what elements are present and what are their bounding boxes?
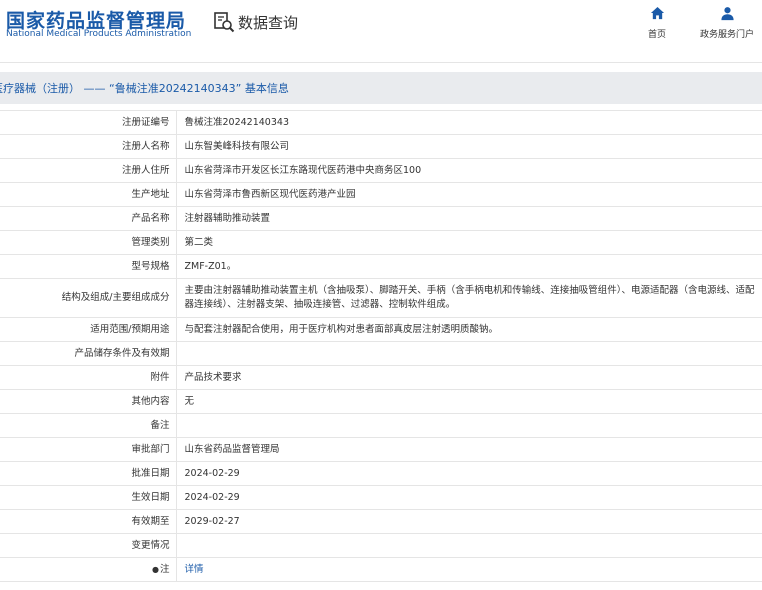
table-row: 备注 <box>0 413 762 438</box>
nav-portal[interactable]: 政务服务门户 <box>700 6 754 40</box>
row-value: 主要由注射器辅助推动装置主机（含抽吸泵）、脚踏开关、手柄（含手柄电机和传输线、连… <box>176 278 762 318</box>
row-value: 山东省菏泽市鲁西新区现代医药港产业园 <box>176 182 762 207</box>
table-row: ●注 详情 <box>0 557 762 582</box>
table-row: 审批部门 山东省药品监督管理局 <box>0 437 762 462</box>
row-value <box>176 413 762 438</box>
row-value: 2024-02-29 <box>176 461 762 486</box>
table-row: 变更情况 <box>0 533 762 558</box>
nav-portal-label: 政务服务门户 <box>700 30 755 40</box>
row-value: 2024-02-29 <box>176 485 762 510</box>
row-value: 注射器辅助推动装置 <box>176 206 762 231</box>
data-query-link[interactable]: 数据查询 <box>213 10 298 34</box>
table-row: 产品名称 注射器辅助推动装置 <box>0 206 762 231</box>
row-label: 审批部门 <box>0 437 177 462</box>
site-header: 国家药品监督管理局 National Medical Products Admi… <box>0 0 762 62</box>
row-label: 注册证编号 <box>0 110 177 135</box>
pin-icon: ● <box>152 564 159 574</box>
table-row: 适用范围/预期用途 与配套注射器配合使用，用于医疗机构对患者面部真皮层注射透明质… <box>0 317 762 342</box>
row-value: 详情 <box>176 557 762 582</box>
row-value: 第二类 <box>176 230 762 255</box>
row-value: ZMF-Z01。 <box>176 254 762 279</box>
table-row: 生产地址 山东省菏泽市鲁西新区现代医药港产业园 <box>0 182 762 207</box>
row-label-note: ●注 <box>0 557 177 582</box>
page-title: 医疗器械（注册） —— “鲁械注准20242140343” 基本信息 <box>0 82 289 95</box>
row-value <box>176 533 762 558</box>
table-row: 注册证编号 鲁械注准20242140343 <box>0 110 762 135</box>
row-value: 产品技术要求 <box>176 365 762 390</box>
nav-home[interactable]: 首页 <box>648 6 666 40</box>
info-table: 注册证编号 鲁械注准20242140343 注册人名称 山东智美峰科技有限公司 … <box>0 110 762 582</box>
note-label: 注 <box>159 563 170 575</box>
table-row: 产品储存条件及有效期 <box>0 341 762 366</box>
table-row: 注册人名称 山东智美峰科技有限公司 <box>0 134 762 159</box>
table-row: 生效日期 2024-02-29 <box>0 485 762 510</box>
table-row: 注册人住所 山东省菏泽市开发区长江东路现代医药港中央商务区100 <box>0 158 762 183</box>
table-row: 管理类别 第二类 <box>0 230 762 255</box>
nav-home-label: 首页 <box>648 30 667 40</box>
logo-title-en[interactable]: National Medical Products Administration <box>6 29 191 39</box>
row-label: 变更情况 <box>0 533 177 558</box>
row-label: 注册人住所 <box>0 158 177 183</box>
row-label: 备注 <box>0 413 177 438</box>
table-row: 附件 产品技术要求 <box>0 365 762 390</box>
row-value: 2029-02-27 <box>176 509 762 534</box>
details-link[interactable]: 详情 <box>185 564 204 575</box>
table-row: 有效期至 2029-02-27 <box>0 509 762 534</box>
home-icon <box>650 6 664 20</box>
row-label: 管理类别 <box>0 230 177 255</box>
row-value: 山东智美峰科技有限公司 <box>176 134 762 159</box>
row-label: 生产地址 <box>0 182 177 207</box>
row-value: 与配套注射器配合使用，用于医疗机构对患者面部真皮层注射透明质酸钠。 <box>176 317 762 342</box>
row-value: 山东省菏泽市开发区长江东路现代医药港中央商务区100 <box>176 158 762 183</box>
row-value: 山东省药品监督管理局 <box>176 437 762 462</box>
row-label: 有效期至 <box>0 509 177 534</box>
table-row: 结构及组成/主要组成成分 主要由注射器辅助推动装置主机（含抽吸泵）、脚踏开关、手… <box>0 278 762 318</box>
row-label: 附件 <box>0 365 177 390</box>
page-title-bar: 医疗器械（注册） —— “鲁械注准20242140343” 基本信息 <box>0 72 762 104</box>
row-value <box>176 341 762 366</box>
row-label: 其他内容 <box>0 389 177 414</box>
row-label: 结构及组成/主要组成成分 <box>0 278 177 318</box>
row-value: 无 <box>176 389 762 414</box>
user-icon <box>720 7 734 21</box>
table-row: 其他内容 无 <box>0 389 762 414</box>
magnifier-document-icon <box>214 12 235 33</box>
header-divider <box>0 62 762 63</box>
row-value: 鲁械注准20242140343 <box>176 110 762 135</box>
table-row: 批准日期 2024-02-29 <box>0 461 762 486</box>
row-label: 适用范围/预期用途 <box>0 317 177 342</box>
row-label: 注册人名称 <box>0 134 177 159</box>
row-label: 生效日期 <box>0 485 177 510</box>
table-row: 型号规格 ZMF-Z01。 <box>0 254 762 279</box>
row-label: 产品储存条件及有效期 <box>0 341 177 366</box>
row-label: 型号规格 <box>0 254 177 279</box>
data-query-label: 数据查询 <box>238 13 299 32</box>
row-label: 产品名称 <box>0 206 177 231</box>
row-label: 批准日期 <box>0 461 177 486</box>
